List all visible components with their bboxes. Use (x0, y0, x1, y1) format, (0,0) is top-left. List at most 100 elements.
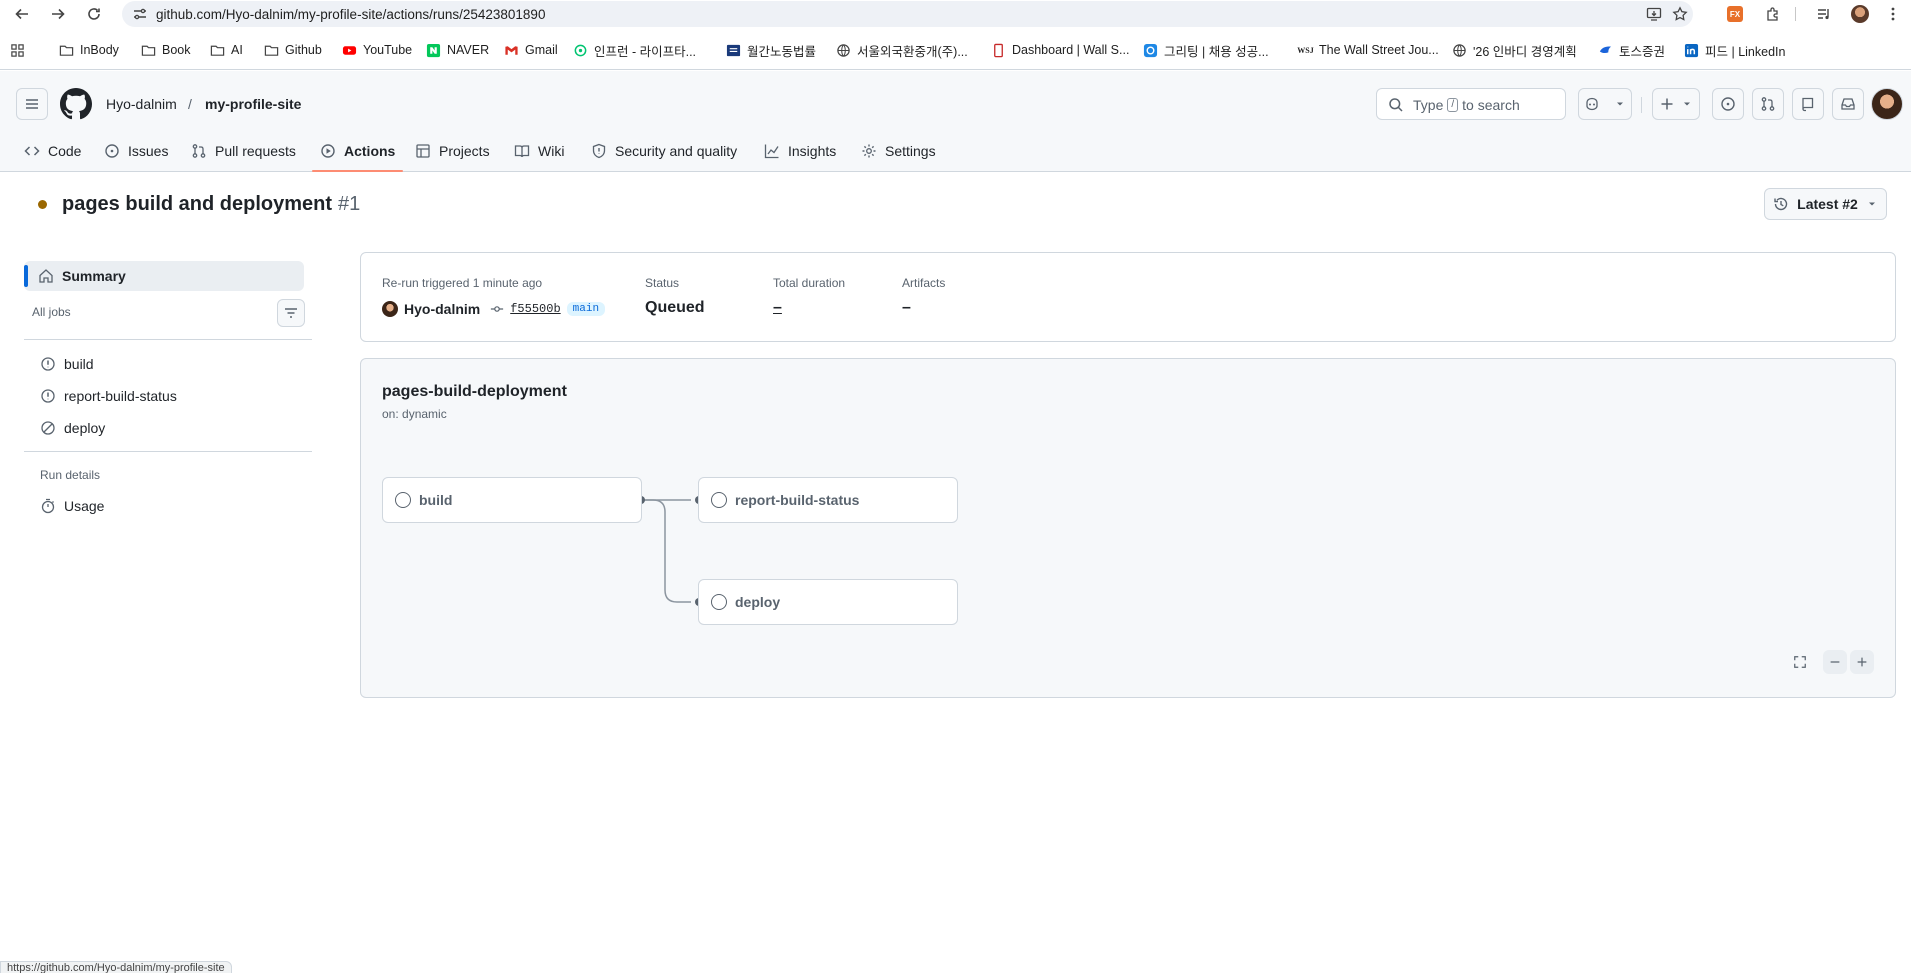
sidebar-divider (24, 339, 312, 340)
forward-button[interactable] (48, 4, 68, 24)
latest-attempt-dropdown[interactable]: Latest #2 (1764, 188, 1887, 220)
zoom-in-button[interactable] (1850, 650, 1874, 674)
bookmark-ai[interactable]: AI (210, 41, 243, 59)
job-node-report-build-status[interactable]: report-build-status (698, 477, 958, 523)
tab-insights[interactable]: Insights (764, 129, 836, 172)
bookmark-wsj-dashboard[interactable]: Dashboard | Wall S... (991, 41, 1129, 59)
bookmark-gmail[interactable]: Gmail (504, 41, 558, 59)
bookmark-inflearn[interactable]: 인프런 - 라이프타... (573, 41, 696, 59)
job-node-build[interactable]: build (382, 477, 642, 523)
tab-security[interactable]: Security and quality (591, 129, 737, 172)
bookmark-greeting[interactable]: 그리팅 | 채용 성공... (1143, 41, 1269, 59)
tab-code[interactable]: Code (24, 129, 81, 172)
wsj-icon: WSJ (1297, 45, 1314, 55)
repo-icon (1802, 97, 1814, 112)
tab-actions[interactable]: Actions (311, 129, 404, 172)
extension-fx-button[interactable]: FX (1726, 5, 1744, 23)
latest-attempt-label: Latest #2 (1797, 196, 1858, 212)
bookmark-star-icon[interactable] (1672, 6, 1688, 22)
search-prefix: Type (1413, 97, 1444, 113)
run-title-text: pages build and deployment (62, 193, 333, 215)
duration-label: Total duration (773, 276, 846, 290)
tab-settings[interactable]: Settings (861, 129, 936, 172)
bookmark-github[interactable]: Github (264, 41, 322, 59)
filter-jobs-button[interactable] (277, 299, 305, 327)
inbox-button[interactable] (1832, 88, 1864, 120)
folder-icon (141, 43, 156, 58)
job-node-deploy[interactable]: deploy (698, 579, 958, 625)
tab-wiki[interactable]: Wiki (514, 129, 564, 172)
address-bar[interactable]: github.com/Hyo-dalnim/my-profile-site/ac… (122, 1, 1693, 27)
book-icon (514, 144, 530, 157)
extensions-button[interactable] (1764, 5, 1782, 23)
bookmark-book[interactable]: Book (141, 41, 191, 59)
sidebar-item-summary[interactable]: Summary (24, 261, 304, 291)
pull-requests-button[interactable] (1752, 88, 1784, 120)
chevron-down-icon (1617, 102, 1623, 106)
bookmark-youtube[interactable]: YouTube (342, 41, 412, 59)
folder-icon (210, 43, 225, 58)
back-button[interactable] (12, 4, 32, 24)
apps-button[interactable] (10, 41, 25, 59)
bookmark-linkedin[interactable]: 피드 | LinkedIn (1684, 41, 1785, 59)
create-new-button[interactable] (1652, 88, 1700, 120)
repositories-button[interactable] (1792, 88, 1824, 120)
url-text[interactable]: github.com/Hyo-dalnim/my-profile-site/ac… (156, 7, 545, 22)
bookmark-label: Book (162, 43, 191, 57)
bookmark-toss[interactable]: 토스증권 (1598, 41, 1665, 59)
branch-badge[interactable]: main (566, 302, 606, 316)
zoom-out-button[interactable] (1823, 650, 1847, 674)
sidebar-item-label: report-build-status (64, 388, 177, 404)
sidebar-item-usage[interactable]: Usage (40, 496, 104, 516)
trigger-info: Hyo-dalnim f55500b main (382, 301, 606, 317)
repo-name-link[interactable]: my-profile-site (205, 96, 301, 112)
install-app-icon[interactable] (1646, 6, 1662, 22)
tab-projects[interactable]: Projects (415, 129, 490, 172)
github-logo-icon[interactable] (60, 88, 92, 120)
copilot-button[interactable] (1578, 88, 1632, 120)
bookmark-wsj[interactable]: WSJ The Wall Street Jou... (1297, 41, 1438, 59)
linkedin-icon (1684, 43, 1699, 58)
sidebar-item-label: Summary (62, 268, 126, 284)
media-controls-button[interactable] (1815, 5, 1833, 23)
shield-icon (592, 143, 606, 158)
issue-icon (105, 143, 119, 158)
workflow-graph: pages-build-deployment on: dynamic build… (360, 358, 1896, 698)
bookmark-inbody-plan[interactable]: '26 인바디 경영계획 (1452, 41, 1577, 59)
job-node-label: deploy (735, 594, 781, 610)
sidebar-job-report-build-status[interactable]: report-build-status (40, 386, 177, 406)
reload-button[interactable] (84, 4, 104, 24)
tab-pull-requests[interactable]: Pull requests (191, 129, 296, 172)
fullscreen-button[interactable] (1788, 650, 1812, 674)
duration-value[interactable]: – (773, 299, 782, 317)
bookmark-naver[interactable]: NAVER (426, 41, 489, 59)
tab-label: Pull requests (215, 142, 296, 159)
header-divider (1641, 97, 1642, 113)
puzzle-icon (1767, 7, 1778, 21)
profile-avatar (1851, 5, 1869, 23)
search-input[interactable]: Type / to search (1376, 88, 1566, 120)
global-nav-menu-button[interactable] (16, 88, 48, 120)
bookmark-seoul-fx[interactable]: 서울외국환중개(주)... (836, 41, 968, 59)
folder-icon (264, 43, 279, 58)
bookmark-inbody[interactable]: InBody (59, 41, 119, 59)
profile-button[interactable] (1851, 5, 1869, 23)
sidebar-job-deploy[interactable]: deploy (40, 418, 105, 438)
bookmark-label: YouTube (363, 43, 413, 57)
sidebar-item-label: deploy (64, 420, 106, 436)
site-info-icon[interactable] (132, 6, 148, 22)
search-suffix: to search (1462, 97, 1520, 113)
chrome-menu-button[interactable] (1884, 5, 1902, 23)
status-label: Status (645, 276, 680, 290)
toss-icon (1598, 43, 1613, 58)
actor-link[interactable]: Hyo-dalnim (404, 301, 480, 317)
issues-button[interactable] (1712, 88, 1744, 120)
bookmark-labor-law[interactable]: 월간노동법률 (726, 41, 816, 59)
commit-sha-link[interactable]: f55500b (510, 302, 560, 316)
user-avatar[interactable] (1871, 88, 1903, 120)
repo-owner-link[interactable]: Hyo-dalnim (106, 96, 177, 112)
naver-icon (426, 43, 441, 58)
tab-issues[interactable]: Issues (104, 129, 168, 172)
bookmark-label: Dashboard | Wall S... (1012, 43, 1130, 57)
sidebar-job-build[interactable]: build (40, 354, 94, 374)
